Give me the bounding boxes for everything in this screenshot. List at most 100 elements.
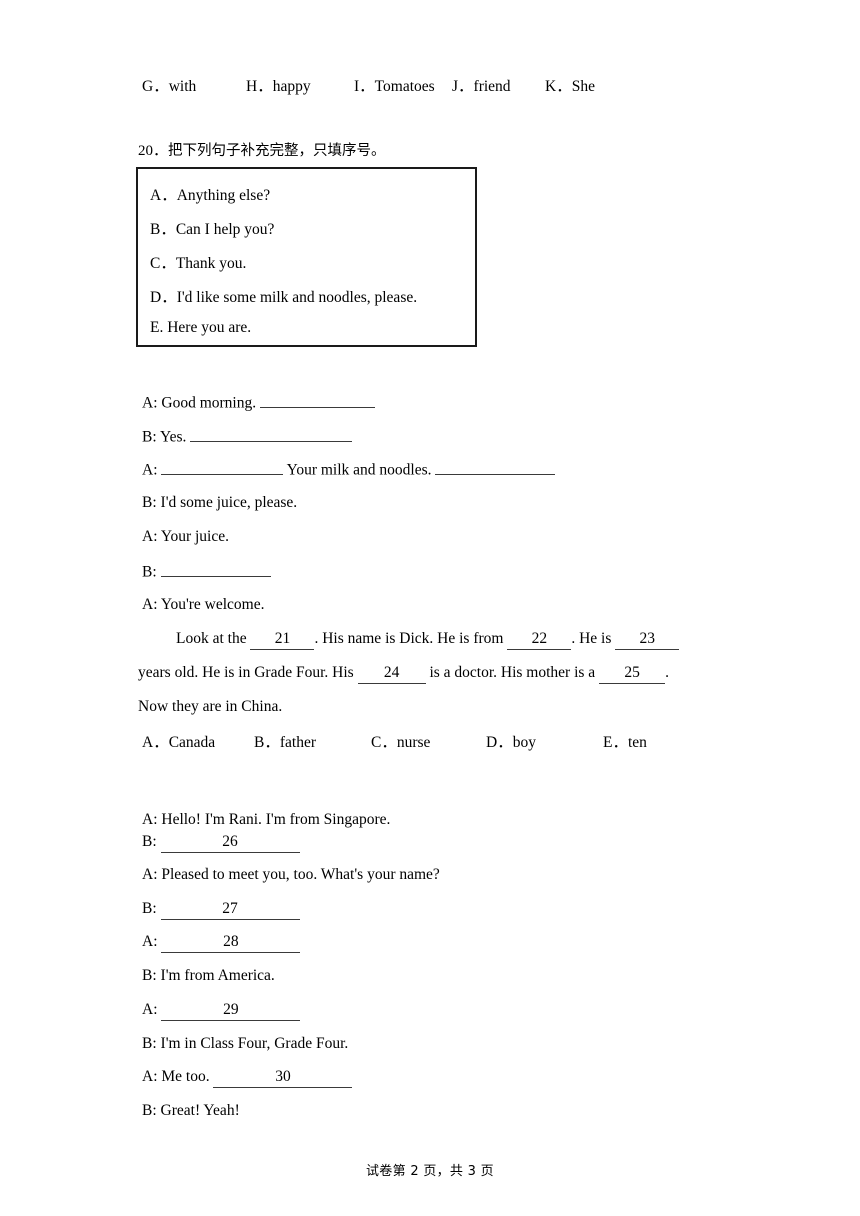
dialogue-speaker: A:	[142, 1068, 162, 1085]
word-bank-top-row: G．with H．happy I．Tomatoes J．friend K．She	[142, 74, 595, 96]
cloze-text: .	[665, 664, 669, 681]
word-bank-option-word: happy	[272, 78, 311, 95]
dialogue-line: A: Me too. 30	[142, 1067, 353, 1088]
word-bank-option: I．Tomatoes	[354, 74, 452, 96]
word-bank-option: B．father	[254, 730, 371, 752]
word-bank-option-word: She	[571, 78, 595, 95]
choice-box-item: B．Can I help you?	[150, 221, 275, 238]
answer-blank-26[interactable]: 26	[160, 832, 300, 853]
word-bank-cloze-row: A．Canada B．father C．nurse D．boy E．ten	[142, 730, 647, 752]
dialogue-text: Me too.	[161, 1068, 214, 1085]
dialogue-text: Yes.	[159, 428, 191, 446]
question-20-heading: 20．把下列句子补充完整，只填序号。	[138, 141, 386, 161]
dialogue-speaker: B:	[142, 967, 161, 984]
word-bank-option-word: father	[279, 734, 316, 751]
cloze-paragraph-line: years old. He is in Grade Four. His 24 i…	[138, 663, 669, 684]
dialogue-speaker: A:	[142, 811, 162, 828]
word-bank-option: A．Canada	[142, 730, 254, 752]
answer-blank[interactable]	[160, 561, 271, 577]
dialogue-text: You're welcome.	[160, 596, 265, 613]
dialogue-speaker: A:	[142, 528, 161, 545]
dialogue-text: Your milk and noodles.	[283, 461, 436, 479]
answer-blank-23[interactable]: 23	[615, 629, 680, 650]
word-bank-option-word: boy	[512, 734, 536, 751]
answer-blank-30[interactable]: 30	[213, 1067, 353, 1088]
choice-box-item: E. Here you are.	[150, 319, 252, 336]
word-bank-option-label: G．	[142, 78, 169, 95]
answer-blank-24[interactable]: 24	[357, 663, 426, 684]
dialogue-line: B: 26	[142, 832, 300, 853]
word-bank-option-word: friend	[473, 78, 511, 95]
dialogue-line: B: Yes.	[142, 426, 353, 448]
choice-box-item: C．Thank you.	[150, 255, 247, 272]
word-bank-option-label: E．	[603, 734, 628, 751]
answer-blank-27[interactable]: 27	[160, 899, 300, 920]
dialogue-speaker: B:	[142, 494, 161, 511]
word-bank-option-word: nurse	[396, 734, 431, 751]
dialogue-line: A: Your milk and noodles.	[142, 459, 556, 481]
dialogue-speaker: B:	[142, 833, 161, 850]
dialogue-speaker: B:	[142, 900, 161, 917]
dialogue-text: Hello! I'm Rani. I'm from Singapore.	[161, 811, 391, 828]
dialogue-speaker: B:	[142, 563, 161, 581]
question-20-number: 20．	[138, 143, 169, 159]
dialogue-speaker: A:	[142, 866, 162, 883]
dialogue-line: B: I'd some juice, please.	[142, 493, 297, 513]
word-bank-option: G．with	[142, 74, 246, 96]
dialogue-text: I'm from America.	[160, 967, 275, 984]
choice-box-item: D．I'd like some milk and noodles, please…	[150, 289, 418, 306]
cloze-text: years old. He is in Grade Four. His	[138, 664, 358, 681]
word-bank-option-label: A．	[142, 734, 169, 751]
dialogue-speaker: A:	[142, 933, 162, 950]
answer-blank-25[interactable]: 25	[599, 663, 666, 684]
answer-blank[interactable]	[259, 392, 375, 408]
word-bank-option-word: Tomatoes	[374, 78, 435, 95]
word-bank-option-label: J．	[452, 78, 474, 95]
word-bank-option-label: D．	[486, 734, 513, 751]
word-bank-option-word: ten	[627, 734, 647, 751]
answer-blank[interactable]	[190, 426, 353, 442]
dialogue-line: A: Good morning.	[142, 392, 375, 414]
answer-blank[interactable]	[161, 459, 284, 475]
dialogue-text: Good morning.	[161, 394, 260, 412]
word-bank-option-label: C．	[371, 734, 397, 751]
word-bank-option-label: H．	[246, 78, 273, 95]
dialogue-line: A: Hello! I'm Rani. I'm from Singapore.	[142, 810, 390, 830]
dialogue-speaker: B:	[142, 1102, 161, 1119]
dialogue-text: I'm in Class Four, Grade Four.	[160, 1035, 349, 1052]
dialogue-speaker: B:	[142, 1035, 161, 1052]
cloze-text: is a doctor. His mother is a	[425, 664, 600, 681]
answer-blank-29[interactable]: 29	[161, 1000, 301, 1021]
word-bank-option-label: I．	[354, 78, 375, 95]
answer-blank-28[interactable]: 28	[161, 932, 301, 953]
dialogue-text: Pleased to meet you, too. What's your na…	[161, 866, 440, 883]
word-bank-option-word: with	[168, 78, 197, 95]
word-bank-option-label: K．	[545, 78, 572, 95]
cloze-text: Look at the	[176, 630, 251, 647]
dialogue-line: A: You're welcome.	[142, 595, 264, 615]
dialogue-line: A: Pleased to meet you, too. What's your…	[142, 865, 440, 885]
answer-blank-22[interactable]: 22	[507, 629, 572, 650]
worksheet-page: G．with H．happy I．Tomatoes J．friend K．She…	[0, 0, 860, 1216]
dialogue-line: B: I'm from America.	[142, 966, 275, 986]
dialogue-text: Great! Yeah!	[160, 1102, 240, 1119]
dialogue-speaker: A:	[142, 394, 162, 412]
word-bank-option: D．boy	[486, 730, 603, 752]
word-bank-option: C．nurse	[371, 730, 486, 752]
answer-blank[interactable]	[435, 459, 556, 475]
cloze-text: . He is	[571, 630, 616, 647]
dialogue-text: I'd some juice, please.	[160, 494, 298, 511]
cloze-text: . His name is Dick. He is from	[314, 630, 508, 647]
dialogue-line: B: I'm in Class Four, Grade Four.	[142, 1034, 348, 1054]
dialogue-speaker: A:	[142, 461, 162, 479]
question-20-prompt: 把下列句子补充完整，只填序号。	[168, 143, 386, 159]
cloze-paragraph-line: Look at the 21. His name is Dick. He is …	[176, 629, 680, 650]
page-footer: 试卷第 2 页，共 3 页	[366, 1164, 494, 1179]
dialogue-speaker: A:	[142, 1001, 162, 1018]
word-bank-option: E．ten	[603, 730, 647, 752]
choice-box-item: A．Anything else?	[150, 187, 271, 204]
choice-box: A．Anything else? B．Can I help you? C．Tha…	[136, 167, 477, 347]
answer-blank-21[interactable]: 21	[250, 629, 315, 650]
word-bank-option: H．happy	[246, 74, 354, 96]
cloze-paragraph-line: Now they are in China.	[138, 697, 282, 717]
